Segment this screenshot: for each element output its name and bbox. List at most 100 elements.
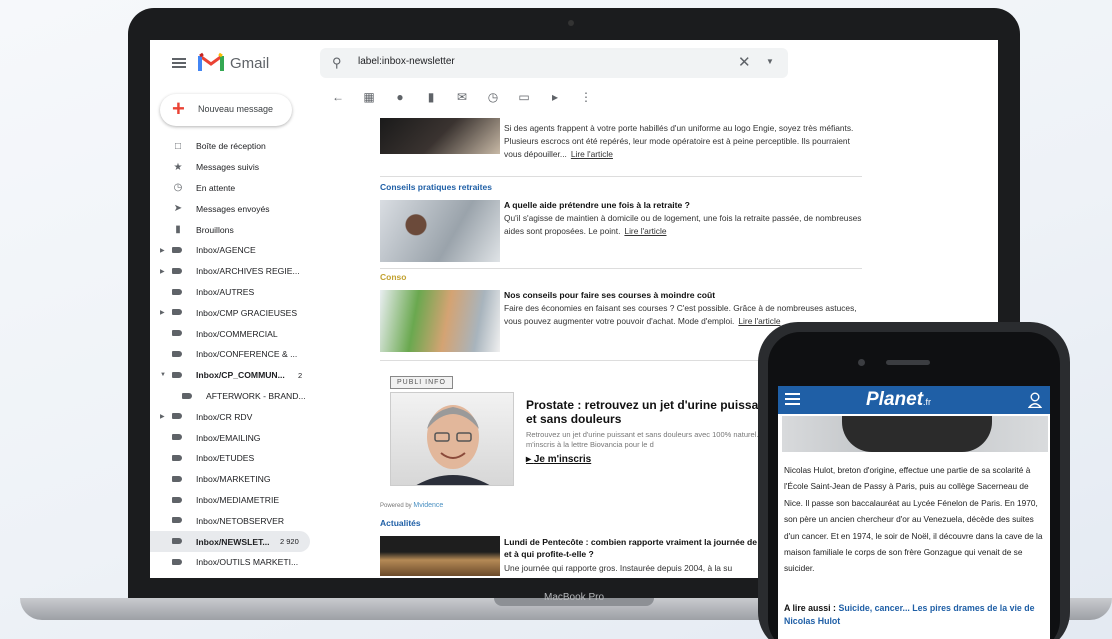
label-icon — [172, 350, 182, 357]
sidebar-item-label: Inbox/EMAILING — [196, 432, 261, 443]
main-menu-icon[interactable] — [172, 58, 186, 68]
section-title: Actualités — [380, 518, 421, 528]
sidebar-item-commercial[interactable]: Inbox/COMMERCIAL — [150, 323, 322, 344]
compose-label: Nouveau message — [198, 104, 274, 114]
back-icon[interactable]: ← — [330, 90, 346, 110]
sidebar-item-label: Inbox/CMP GRACIEUSES — [196, 307, 298, 318]
menu-icon[interactable] — [785, 393, 800, 405]
expand-icon[interactable]: ▶ — [160, 309, 165, 316]
sidebar-item-label: Inbox/MARKETING — [196, 474, 271, 485]
label-icon — [172, 496, 182, 503]
expand-icon[interactable]: ▶ — [160, 413, 165, 420]
collapse-icon[interactable]: ▼ — [160, 372, 166, 378]
sidebar-item-autres[interactable]: Inbox/AUTRES — [150, 282, 322, 303]
compose-button[interactable]: + Nouveau message — [160, 94, 292, 126]
publi-info-badge: PUBLI INFO — [390, 376, 453, 389]
sidebar-item-label: Inbox/AUTRES — [196, 286, 255, 297]
phone-camera — [858, 359, 865, 366]
sidebar-item-label: Boîte de réception — [196, 141, 266, 152]
mark-unread-icon[interactable]: ✉ — [454, 90, 470, 110]
sidebar-item-cp-commun[interactable]: ▼ Inbox/CP_COMMUN... 2 — [150, 365, 322, 386]
label-icon — [182, 392, 192, 399]
inbox-icon: □ — [174, 140, 182, 152]
sidebar-item-marketing[interactable]: Inbox/MARKETING — [150, 469, 322, 490]
clock-icon: ◷ — [173, 182, 183, 194]
label-icon — [172, 538, 182, 545]
read-article-link[interactable]: Lire l'article — [571, 149, 613, 159]
unread-count: 2 920 — [280, 537, 299, 547]
expand-icon[interactable]: ▶ — [160, 247, 165, 254]
sidebar-item-label: Inbox/OUTILS MARKETI... — [196, 557, 299, 568]
search-options-icon[interactable]: ▼ — [766, 57, 774, 66]
sidebar-item-cr-rdv[interactable]: ▶ Inbox/CR RDV — [150, 406, 322, 427]
label-icon — [172, 246, 182, 253]
plus-icon: + — [172, 96, 185, 121]
archive-icon[interactable]: ▦ — [361, 90, 377, 110]
sidebar-item-cmp[interactable]: ▶ Inbox/CMP GRACIEUSES — [150, 302, 322, 323]
label-icon — [172, 288, 182, 295]
read-article-link[interactable]: Lire l'article — [624, 226, 666, 236]
article-body: Nicolas Hulot, breton d'origine, effectu… — [784, 465, 1043, 574]
label-icon — [172, 309, 182, 316]
sidebar-item-archives[interactable]: ▶ Inbox/ARCHIVES REGIE... — [150, 261, 322, 282]
search-icon[interactable]: ⚲ — [332, 55, 342, 71]
label-icon — [172, 330, 182, 337]
sidebar-item-outils[interactable]: Inbox/OUTILS MARKETI... — [150, 552, 322, 573]
search-input[interactable]: label:inbox-newsletter — [358, 56, 455, 67]
sidebar-item-emailing[interactable]: Inbox/EMAILING — [150, 427, 322, 448]
label-icon — [172, 434, 182, 441]
more-icon[interactable]: ⋮ — [578, 90, 594, 110]
sidebar-item-drafts[interactable]: ▮ Brouillons — [150, 219, 322, 240]
clear-search-icon[interactable]: ✕ — [738, 53, 751, 71]
divider — [380, 268, 862, 269]
sidebar-item-label: En attente — [196, 182, 236, 193]
section-title: Conseils pratiques retraites — [380, 182, 492, 192]
article-text: Si des agents frappent à votre porte hab… — [504, 123, 854, 159]
label-icon — [172, 454, 182, 461]
sidebar-item-starred[interactable]: ★ Messages suivis — [150, 157, 322, 178]
sidebar-item-label: Messages suivis — [196, 162, 260, 173]
sidebar-item-snoozed[interactable]: ◷ En attente — [150, 178, 322, 199]
article-title[interactable]: Nos conseils pour faire ses courses à mo… — [504, 290, 715, 300]
sidebar-item-label: AFTERWORK - BRAND... — [206, 390, 306, 401]
laptop-camera — [568, 20, 574, 26]
sidebar-item-mediametrie[interactable]: Inbox/MEDIAMETRIE — [150, 490, 322, 511]
read-article-link[interactable]: Lire l'article — [738, 316, 780, 326]
sidebar-item-label: Inbox/NETOBSERVER — [196, 515, 285, 526]
read-also: A lire aussi : Suicide, cancer... Les pi… — [784, 603, 1035, 626]
expand-icon[interactable]: ▶ — [160, 268, 165, 275]
draft-icon: ▮ — [175, 224, 181, 236]
planet-logo[interactable]: Planet.fr — [866, 389, 931, 411]
sidebar-item-afterwork[interactable]: AFTERWORK - BRAND... — [150, 386, 322, 407]
snooze-icon[interactable]: ◷ — [485, 90, 501, 110]
article-photo — [782, 416, 1048, 452]
article-thumbnail — [380, 290, 500, 352]
sidebar-item-newsletter[interactable]: Inbox/NEWSLET... 2 920 — [150, 531, 310, 552]
delete-icon[interactable]: ▮ — [423, 90, 439, 110]
report-spam-icon[interactable]: ● — [392, 90, 408, 110]
label-icon[interactable]: ▸ — [547, 90, 563, 110]
sidebar: □ Boîte de réception ★ Messages suivis ◷… — [150, 136, 322, 573]
ad-photo — [390, 392, 514, 486]
subscribe-link[interactable]: ▸ Je m'inscris — [526, 454, 591, 465]
label-icon — [172, 517, 182, 524]
sidebar-item-label: Messages envoyés — [196, 203, 270, 214]
user-account-icon[interactable] — [1028, 392, 1042, 408]
phone-screen: Planet.fr Nicolas Hulot, breton d'origin… — [778, 386, 1050, 639]
sidebar-item-label: Inbox/ARCHIVES REGIE... — [196, 266, 300, 277]
sidebar-item-etudes[interactable]: Inbox/ETUDES — [150, 448, 322, 469]
sidebar-item-netobserver[interactable]: Inbox/NETOBSERVER — [150, 510, 322, 531]
article-thumbnail — [380, 118, 500, 154]
sidebar-item-sent[interactable]: ➤ Messages envoyés — [150, 198, 322, 219]
message-toolbar: ← ▦ ● ▮ ✉ ◷ ▭ ▸ ⋮ — [330, 90, 609, 110]
move-to-icon[interactable]: ▭ — [516, 90, 532, 110]
sidebar-item-agence[interactable]: ▶ Inbox/AGENCE — [150, 240, 322, 261]
sidebar-item-conference[interactable]: Inbox/CONFERENCE & ... — [150, 344, 322, 365]
search-bar[interactable]: ⚲ label:inbox-newsletter ✕ ▼ — [320, 48, 788, 78]
sidebar-item-inbox[interactable]: □ Boîte de réception — [150, 136, 322, 157]
article-title[interactable]: A quelle aide prétendre une fois à la re… — [504, 200, 690, 210]
planet-header: Planet.fr — [778, 386, 1050, 414]
sidebar-item-label: Inbox/ETUDES — [196, 453, 255, 464]
divider — [380, 176, 862, 177]
ad-title[interactable]: Prostate : retrouvez un jet d'urine puis… — [526, 398, 776, 426]
